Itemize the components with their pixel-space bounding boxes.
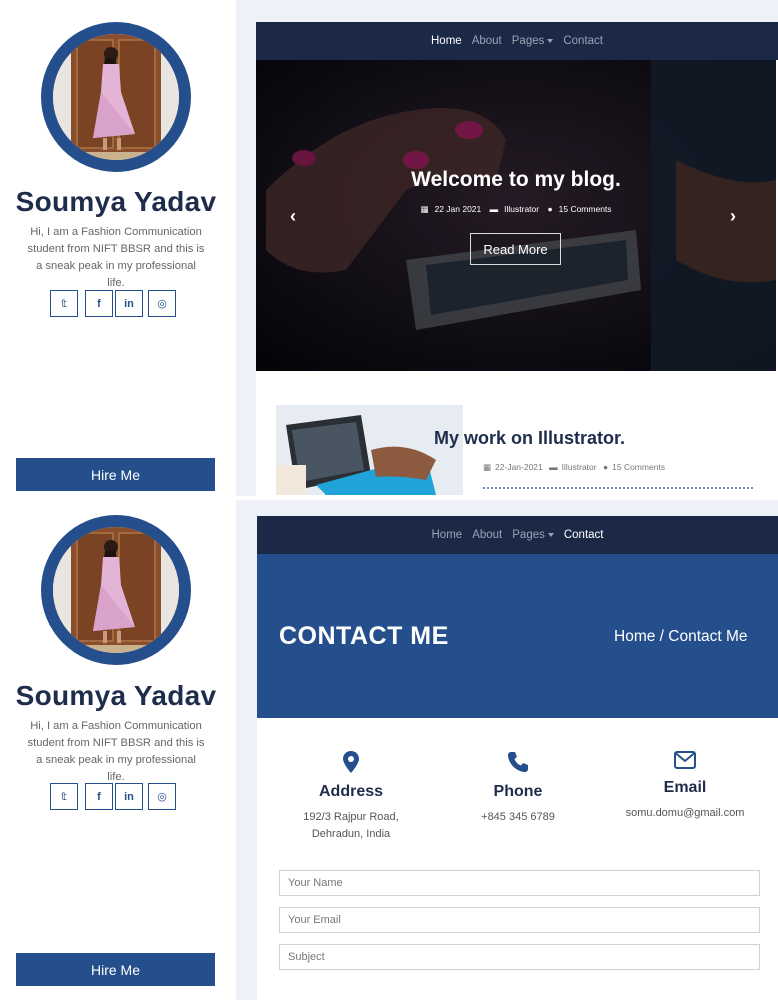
subject-input[interactable] xyxy=(280,945,759,969)
main-content: Home About Pages Contact CONTACT ME Home… xyxy=(257,516,778,1000)
comments-icon: ● xyxy=(602,462,609,472)
address-label: Address xyxy=(318,783,384,800)
instagram-icon[interactable]: ◎ xyxy=(148,783,176,810)
post-meta: ▦ 22-Jan-2021 ▬ Illustrator ● 15 Comments xyxy=(483,462,669,473)
avatar-photo xyxy=(53,34,179,160)
post-thumbnail[interactable] xyxy=(276,405,463,495)
hero-category[interactable]: Illustrator xyxy=(504,204,539,214)
nav-pages-dropdown[interactable]: Pages xyxy=(512,529,554,541)
calendar-icon: ▦ xyxy=(420,204,429,214)
email-info: Email somu.domu@gmail.com xyxy=(610,751,760,822)
address-line-2: Dehradun, India xyxy=(311,828,391,840)
nav-about[interactable]: About xyxy=(472,529,502,541)
nav-home[interactable]: Home xyxy=(431,35,462,47)
nav-home[interactable]: Home xyxy=(432,529,463,541)
envelope-icon xyxy=(674,751,696,769)
twitter-icon[interactable]: 𝕥 xyxy=(50,290,78,317)
nav-pages-label: Pages xyxy=(512,529,545,541)
linkedin-icon[interactable]: in xyxy=(115,290,143,317)
phone-icon xyxy=(508,752,528,772)
main-content: Home About Pages Contact ‹ › Welcome to … xyxy=(256,22,778,496)
folder-icon: ▬ xyxy=(549,462,558,472)
social-links: 𝕥 f in ◎ xyxy=(50,290,190,318)
avatar xyxy=(41,22,191,172)
avatar xyxy=(41,515,191,665)
contact-page-screenshot: Soumya Yadav Hi, I am a Fashion Communic… xyxy=(0,500,778,1000)
calendar-icon: ▦ xyxy=(483,462,492,472)
post-date: 22-Jan-2021 xyxy=(495,462,543,472)
profile-sidebar: Soumya Yadav Hi, I am a Fashion Communic… xyxy=(0,500,236,1000)
email-value[interactable]: somu.domu@gmail.com xyxy=(610,805,760,822)
hire-me-button[interactable]: Hire Me xyxy=(16,953,215,986)
name-field[interactable] xyxy=(279,870,760,896)
chevron-down-icon xyxy=(547,38,554,43)
email-input[interactable] xyxy=(280,908,759,932)
hire-me-button[interactable]: Hire Me xyxy=(16,458,215,491)
email-label: Email xyxy=(663,779,707,796)
nav-contact[interactable]: Contact xyxy=(564,529,604,541)
profile-bio: Hi, I am a Fashion Communication student… xyxy=(27,720,205,783)
comments-icon: ● xyxy=(547,204,553,214)
social-links: 𝕥 f in ◎ xyxy=(50,783,190,811)
page-title: CONTACT ME xyxy=(279,622,449,650)
breadcrumb[interactable]: Home / Contact Me xyxy=(614,628,748,646)
home-page-screenshot: Soumya Yadav Hi, I am a Fashion Communic… xyxy=(0,0,778,496)
navbar: Home About Pages Contact xyxy=(256,22,778,60)
instagram-icon[interactable]: ◎ xyxy=(148,290,176,317)
facebook-icon[interactable]: f xyxy=(85,290,113,317)
hero-carousel: ‹ › Welcome to my blog. ▦ 22 Jan 2021 ▬ Il… xyxy=(256,60,776,371)
hero-comments[interactable]: 15 Comments xyxy=(559,204,612,214)
post-comments[interactable]: 15 Comments xyxy=(612,462,665,472)
subject-field[interactable] xyxy=(279,944,760,970)
hero-title: Welcome to my blog. xyxy=(411,168,621,191)
avatar-photo xyxy=(53,527,179,653)
phone-info: Phone +845 345 6789 xyxy=(443,751,593,826)
post-category[interactable]: Illustrator xyxy=(562,462,597,472)
phone-label: Phone xyxy=(493,783,543,800)
nav-pages-dropdown[interactable]: Pages xyxy=(512,35,554,47)
navbar: Home About Pages Contact xyxy=(257,516,778,554)
contact-header-banner: CONTACT ME Home / Contact Me xyxy=(257,554,778,718)
profile-name: Soumya Yadav xyxy=(15,186,217,217)
hero-date: 22 Jan 2021 xyxy=(434,204,482,214)
hero-background-image xyxy=(256,60,776,371)
profile-sidebar: Soumya Yadav Hi, I am a Fashion Communic… xyxy=(0,0,236,496)
post-excerpt-cutoff xyxy=(483,487,753,493)
facebook-icon[interactable]: f xyxy=(85,783,113,810)
linkedin-icon[interactable]: in xyxy=(115,783,143,810)
post-title[interactable]: My work on Illustrator. xyxy=(434,428,625,449)
read-more-button[interactable]: Read More xyxy=(470,233,561,265)
twitter-icon[interactable]: 𝕥 xyxy=(50,783,78,810)
email-field[interactable] xyxy=(279,907,760,933)
address-line-1: 192/3 Rajpur Road, xyxy=(303,811,399,823)
profile-bio: Hi, I am a Fashion Communication student… xyxy=(27,226,205,289)
profile-name: Soumya Yadav xyxy=(15,680,217,711)
hero-meta: ▦ 22 Jan 2021 ▬ Illustrator ● 15 Comments xyxy=(256,204,776,215)
phone-value[interactable]: +845 345 6789 xyxy=(443,809,593,826)
address-info: Address 192/3 Rajpur Road, Dehradun, Ind… xyxy=(276,751,426,843)
nav-contact[interactable]: Contact xyxy=(563,35,603,47)
nav-pages-label: Pages xyxy=(511,35,545,47)
nav-about[interactable]: About xyxy=(472,35,502,47)
folder-icon: ▬ xyxy=(489,204,499,214)
chevron-down-icon xyxy=(547,532,554,537)
name-input[interactable] xyxy=(280,871,759,895)
map-marker-icon xyxy=(343,751,359,773)
